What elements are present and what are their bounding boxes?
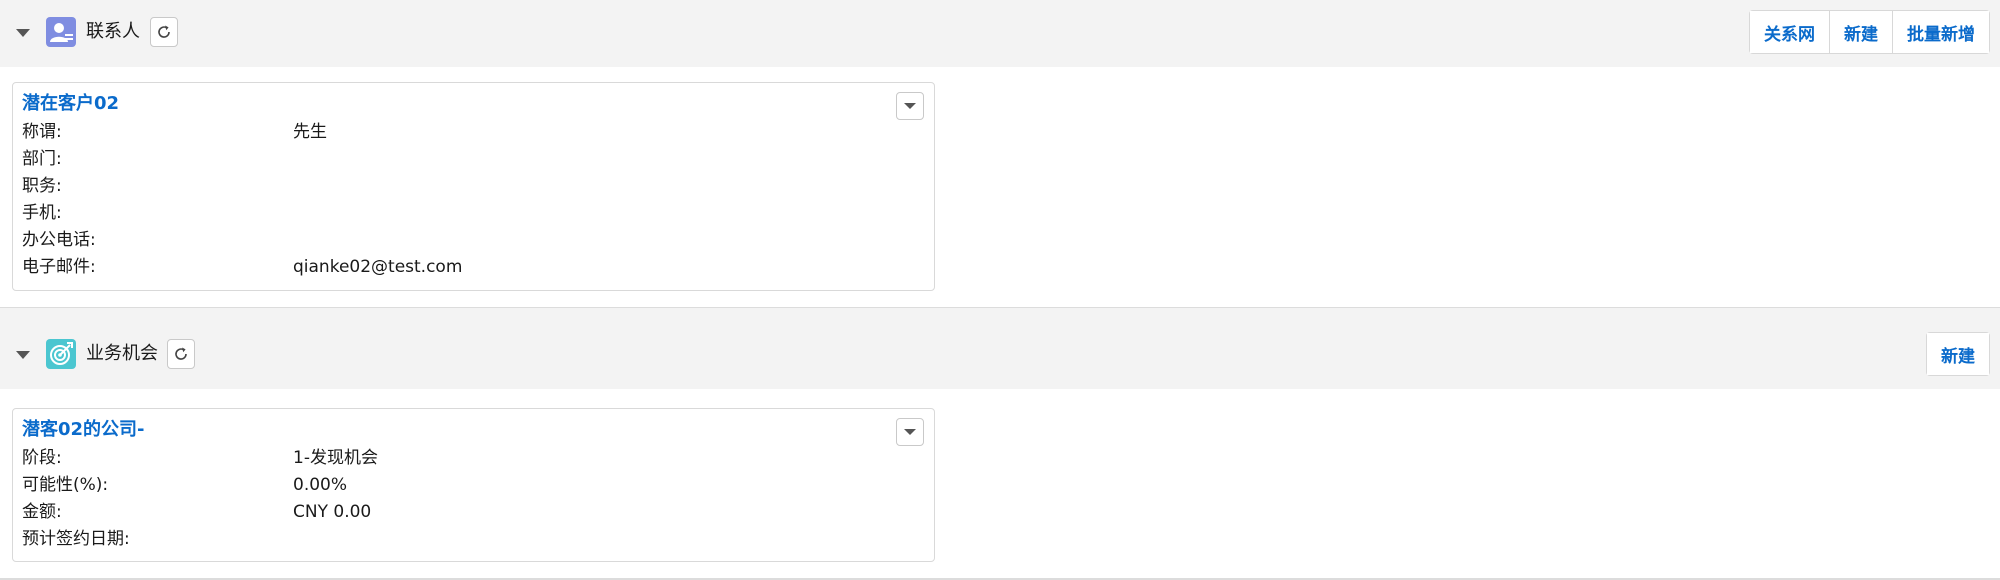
field-label: 手机: xyxy=(22,203,62,223)
refresh-button[interactable] xyxy=(167,339,195,369)
contacts-header: 联系人 关系网 新建 批量新增 xyxy=(0,0,2000,67)
opportunity-card: 潜客02的公司- 阶段: 1-发现机会 可能性(%): 0.00% 金额: CN… xyxy=(12,408,935,562)
new-opportunity-button[interactable]: 新建 xyxy=(1927,333,1989,375)
field-label: 阶段: xyxy=(22,448,62,468)
batch-add-button[interactable]: 批量新增 xyxy=(1893,11,1989,53)
contacts-section: 联系人 关系网 新建 批量新增 潜在客户02 称谓: 先生 部门: 职务: 手机… xyxy=(0,0,2000,307)
collapse-toggle-icon[interactable] xyxy=(14,27,32,39)
section-divider xyxy=(0,307,2000,322)
field-label: 电子邮件: xyxy=(22,257,96,277)
collapse-toggle-icon[interactable] xyxy=(14,349,32,361)
field-label: 可能性(%): xyxy=(22,475,109,495)
field-value: 1-发现机会 xyxy=(293,448,378,468)
refresh-button[interactable] xyxy=(150,17,178,47)
new-contact-button[interactable]: 新建 xyxy=(1830,11,1893,53)
field-value: 0.00% xyxy=(293,475,348,495)
field-label: 部门: xyxy=(22,149,62,169)
card-menu-button[interactable] xyxy=(896,92,924,120)
relationship-network-button[interactable]: 关系网 xyxy=(1750,11,1830,53)
field-value: 先生 xyxy=(293,122,327,142)
field-label: 金额: xyxy=(22,502,62,522)
opportunities-header: 业务机会 新建 xyxy=(0,322,2000,389)
field-label: 职务: xyxy=(22,176,62,196)
contact-card: 潜在客户02 称谓: 先生 部门: 职务: 手机: 办公电话: 电子邮件: qi… xyxy=(12,82,935,291)
field-value: qianke02@test.com xyxy=(293,257,463,277)
refresh-icon xyxy=(175,347,187,360)
section-title: 业务机会 xyxy=(86,343,158,364)
opportunities-action-buttons: 新建 xyxy=(1926,332,1990,376)
field-label: 办公电话: xyxy=(22,230,96,250)
chevron-down-icon xyxy=(904,429,916,435)
field-value: CNY 0.00 xyxy=(293,502,372,522)
contacts-action-buttons: 关系网 新建 批量新增 xyxy=(1749,10,1990,54)
contact-icon xyxy=(46,17,76,47)
target-icon xyxy=(46,339,76,369)
chevron-down-icon xyxy=(904,103,916,109)
field-label: 预计签约日期: xyxy=(22,529,130,549)
refresh-icon xyxy=(158,25,170,38)
field-label: 称谓: xyxy=(22,122,62,142)
opportunity-name-link[interactable]: 潜客02的公司- xyxy=(22,418,145,442)
opportunities-section: 业务机会 新建 潜客02的公司- 阶段: 1-发现机会 可能性(%): 0.00… xyxy=(0,322,2000,580)
section-title: 联系人 xyxy=(86,21,140,42)
contact-name-link[interactable]: 潜在客户02 xyxy=(22,92,119,116)
card-menu-button[interactable] xyxy=(896,418,924,446)
